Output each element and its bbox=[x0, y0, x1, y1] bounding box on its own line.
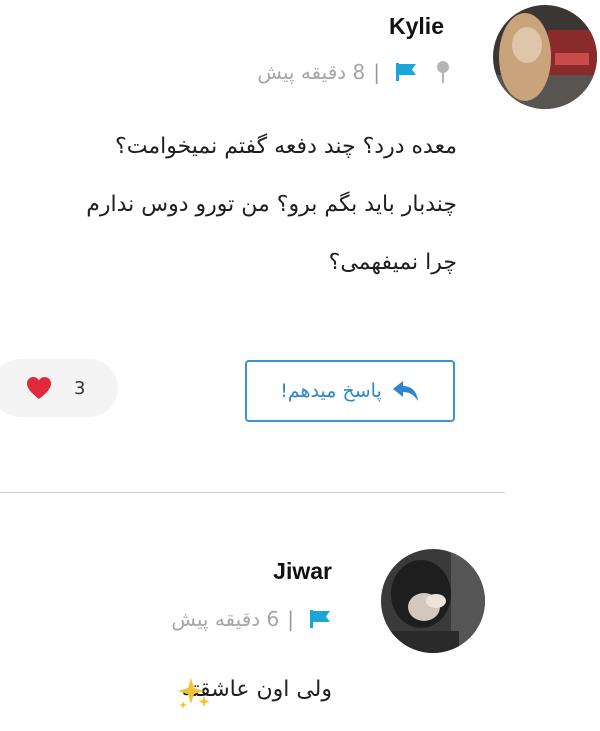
flag-icon[interactable] bbox=[308, 609, 332, 629]
pin-icon[interactable] bbox=[436, 60, 450, 84]
flag-icon[interactable] bbox=[394, 62, 418, 82]
timestamp: 8 دقیقه پیش bbox=[257, 60, 366, 84]
comment-divider bbox=[0, 492, 505, 493]
like-count: 3 bbox=[74, 377, 86, 399]
like-button[interactable]: 3 bbox=[0, 359, 118, 417]
reply-button-label: پاسخ میدهم! bbox=[280, 380, 382, 402]
comment-body: معده درد؟ چند دفعه گفتم نمیخوامت؟ چندبار… bbox=[7, 118, 457, 292]
comment-author[interactable]: Kylie bbox=[389, 13, 444, 40]
comment-meta: 8 دقیقه پیش | bbox=[257, 60, 450, 84]
avatar-kylie[interactable] bbox=[493, 5, 597, 109]
comment-author[interactable]: Jiwar bbox=[273, 558, 332, 585]
comment-line: چندبار باید بگم برو؟ من تورو دوس ندارم bbox=[86, 192, 457, 217]
separator: | bbox=[287, 607, 294, 631]
comment-meta: 6 دقیقه پیش | bbox=[171, 607, 332, 631]
comment-line: معده درد؟ چند دفعه گفتم نمیخوامت؟ bbox=[115, 134, 457, 159]
reply-button[interactable]: پاسخ میدهم! bbox=[245, 360, 455, 422]
reply-arrow-icon bbox=[392, 381, 418, 401]
comment-line: چرا نمیفهمی؟ bbox=[328, 250, 457, 275]
avatar-jiwar[interactable] bbox=[381, 549, 485, 653]
sparkle-icon bbox=[178, 678, 210, 709]
timestamp: 6 دقیقه پیش bbox=[171, 607, 280, 631]
separator: | bbox=[373, 60, 380, 84]
heart-icon bbox=[27, 377, 51, 399]
